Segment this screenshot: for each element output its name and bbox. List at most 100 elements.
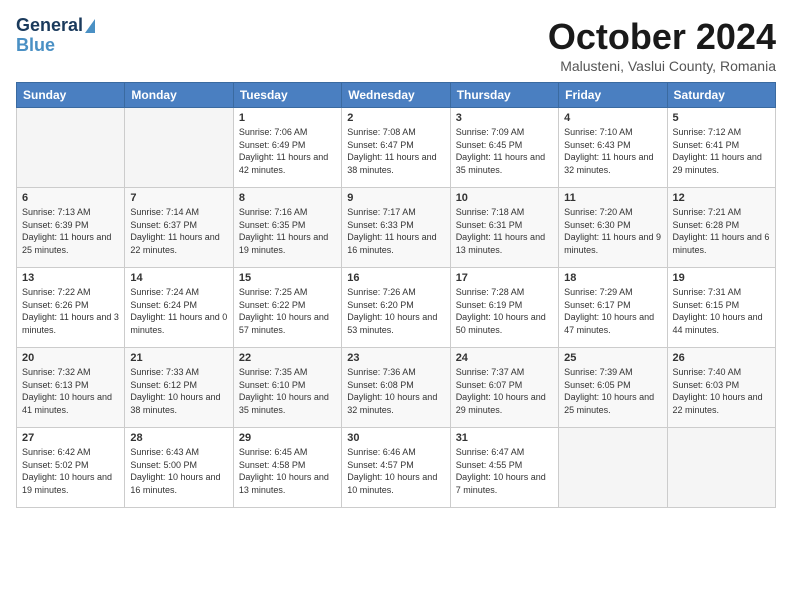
header-monday: Monday xyxy=(125,83,233,108)
month-title: October 2024 xyxy=(548,16,776,58)
day-number: 21 xyxy=(130,352,227,364)
header-sunday: Sunday xyxy=(17,83,125,108)
calendar-cell: 9Sunrise: 7:17 AMSunset: 6:33 PMDaylight… xyxy=(342,188,450,268)
day-info: Sunrise: 7:12 AMSunset: 6:41 PMDaylight:… xyxy=(673,126,770,176)
day-number: 8 xyxy=(239,192,336,204)
day-info: Sunrise: 7:08 AMSunset: 6:47 PMDaylight:… xyxy=(347,126,444,176)
day-info: Sunrise: 7:10 AMSunset: 6:43 PMDaylight:… xyxy=(564,126,661,176)
day-number: 6 xyxy=(22,192,119,204)
header-wednesday: Wednesday xyxy=(342,83,450,108)
day-number: 5 xyxy=(673,112,770,124)
calendar-cell: 29 Sunrise: 6:45 AMSunset: 4:58 PMDayligh… xyxy=(233,428,341,508)
calendar-cell xyxy=(125,108,233,188)
header-thursday: Thursday xyxy=(450,83,558,108)
day-number: 20 xyxy=(22,352,119,364)
day-info: Sunrise: 7:32 AMSunset: 6:13 PMDaylight:… xyxy=(22,366,119,416)
calendar-week-1: 1 Sunrise: 7:06 AMSunset: 6:49 PMDaylight… xyxy=(17,108,776,188)
day-number: 13 xyxy=(22,272,119,284)
day-info: Sunrise: 6:42 AMSunset: 5:02 PMDaylight:… xyxy=(22,446,119,496)
calendar-cell: 22Sunrise: 7:35 AMSunset: 6:10 PMDayligh… xyxy=(233,348,341,428)
header-tuesday: Tuesday xyxy=(233,83,341,108)
day-number: 9 xyxy=(347,192,444,204)
calendar-cell: 4 Sunrise: 7:10 AMSunset: 6:43 PMDaylight… xyxy=(559,108,667,188)
day-info: Sunrise: 7:20 AMSunset: 6:30 PMDaylight:… xyxy=(564,206,661,256)
day-info: Sunrise: 7:14 AMSunset: 6:37 PMDaylight:… xyxy=(130,206,227,256)
calendar-cell: 13 Sunrise: 7:22 AMSunset: 6:26 PMDayligh… xyxy=(17,268,125,348)
day-info: Sunrise: 7:39 AMSunset: 6:05 PMDaylight:… xyxy=(564,366,661,416)
day-number: 14 xyxy=(130,272,227,284)
calendar-cell: 31 Sunrise: 6:47 AMSunset: 4:55 PMDayligh… xyxy=(450,428,558,508)
day-info: Sunrise: 7:22 AMSunset: 6:26 PMDaylight:… xyxy=(22,286,119,336)
calendar-cell: 6 Sunrise: 7:13 AMSunset: 6:39 PMDaylight… xyxy=(17,188,125,268)
calendar-cell: 1 Sunrise: 7:06 AMSunset: 6:49 PMDaylight… xyxy=(233,108,341,188)
calendar-cell: 11Sunrise: 7:20 AMSunset: 6:30 PMDayligh… xyxy=(559,188,667,268)
day-number: 27 xyxy=(22,432,119,444)
day-info: Sunrise: 6:43 AMSunset: 5:00 PMDaylight:… xyxy=(130,446,227,496)
calendar-cell: 15Sunrise: 7:25 AMSunset: 6:22 PMDayligh… xyxy=(233,268,341,348)
day-info: Sunrise: 7:28 AMSunset: 6:19 PMDaylight:… xyxy=(456,286,553,336)
day-number: 29 xyxy=(239,432,336,444)
calendar-cell: 24 Sunrise: 7:37 AMSunset: 6:07 PMDayligh… xyxy=(450,348,558,428)
day-number: 12 xyxy=(673,192,770,204)
calendar-cell: 17 Sunrise: 7:28 AMSunset: 6:19 PMDayligh… xyxy=(450,268,558,348)
header-friday: Friday xyxy=(559,83,667,108)
calendar-cell: 8 Sunrise: 7:16 AMSunset: 6:35 PMDaylight… xyxy=(233,188,341,268)
day-info: Sunrise: 7:24 AMSunset: 6:24 PMDaylight:… xyxy=(130,286,227,336)
day-info: Sunrise: 7:06 AMSunset: 6:49 PMDaylight:… xyxy=(239,126,336,176)
day-info: Sunrise: 6:45 AMSunset: 4:58 PMDaylight:… xyxy=(239,446,336,496)
day-number: 16 xyxy=(347,272,444,284)
day-number: 30 xyxy=(347,432,444,444)
calendar-week-4: 20 Sunrise: 7:32 AMSunset: 6:13 PMDayligh… xyxy=(17,348,776,428)
calendar-cell xyxy=(667,428,775,508)
day-number: 31 xyxy=(456,432,553,444)
day-number: 1 xyxy=(239,112,336,124)
title-section: October 2024 Malusteni, Vaslui County, R… xyxy=(548,16,776,74)
calendar-cell: 18Sunrise: 7:29 AMSunset: 6:17 PMDayligh… xyxy=(559,268,667,348)
calendar-cell: 20 Sunrise: 7:32 AMSunset: 6:13 PMDayligh… xyxy=(17,348,125,428)
calendar-cell xyxy=(17,108,125,188)
calendar-cell: 7Sunrise: 7:14 AMSunset: 6:37 PMDaylight… xyxy=(125,188,233,268)
logo: General Blue xyxy=(16,16,95,56)
day-info: Sunrise: 7:16 AMSunset: 6:35 PMDaylight:… xyxy=(239,206,336,256)
calendar-cell: 3 Sunrise: 7:09 AMSunset: 6:45 PMDaylight… xyxy=(450,108,558,188)
page-header: General Blue October 2024 Malusteni, Vas… xyxy=(16,16,776,74)
calendar-cell: 5 Sunrise: 7:12 AMSunset: 6:41 PMDaylight… xyxy=(667,108,775,188)
calendar-cell: 10Sunrise: 7:18 AMSunset: 6:31 PMDayligh… xyxy=(450,188,558,268)
day-number: 28 xyxy=(130,432,227,444)
header-saturday: Saturday xyxy=(667,83,775,108)
calendar-table: SundayMondayTuesdayWednesdayThursdayFrid… xyxy=(16,82,776,508)
day-number: 23 xyxy=(347,352,444,364)
day-info: Sunrise: 7:31 AMSunset: 6:15 PMDaylight:… xyxy=(673,286,770,336)
logo-text-blue: Blue xyxy=(16,36,55,56)
day-number: 24 xyxy=(456,352,553,364)
calendar-cell: 30 Sunrise: 6:46 AMSunset: 4:57 PMDayligh… xyxy=(342,428,450,508)
day-info: Sunrise: 7:36 AMSunset: 6:08 PMDaylight:… xyxy=(347,366,444,416)
day-info: Sunrise: 7:33 AMSunset: 6:12 PMDaylight:… xyxy=(130,366,227,416)
day-info: Sunrise: 7:13 AMSunset: 6:39 PMDaylight:… xyxy=(22,206,119,256)
day-info: Sunrise: 7:37 AMSunset: 6:07 PMDaylight:… xyxy=(456,366,553,416)
calendar-cell: 14 Sunrise: 7:24 AMSunset: 6:24 PMDayligh… xyxy=(125,268,233,348)
day-number: 26 xyxy=(673,352,770,364)
day-number: 17 xyxy=(456,272,553,284)
day-info: Sunrise: 6:47 AMSunset: 4:55 PMDaylight:… xyxy=(456,446,553,496)
logo-triangle-icon xyxy=(85,19,95,33)
calendar-cell: 27 Sunrise: 6:42 AMSunset: 5:02 PMDayligh… xyxy=(17,428,125,508)
day-number: 3 xyxy=(456,112,553,124)
calendar-week-5: 27 Sunrise: 6:42 AMSunset: 5:02 PMDayligh… xyxy=(17,428,776,508)
day-number: 22 xyxy=(239,352,336,364)
day-info: Sunrise: 7:40 AMSunset: 6:03 PMDaylight:… xyxy=(673,366,770,416)
logo-text-general: General xyxy=(16,16,83,36)
day-info: Sunrise: 7:29 AMSunset: 6:17 PMDaylight:… xyxy=(564,286,661,336)
day-number: 15 xyxy=(239,272,336,284)
calendar-week-3: 13 Sunrise: 7:22 AMSunset: 6:26 PMDayligh… xyxy=(17,268,776,348)
day-info: Sunrise: 7:18 AMSunset: 6:31 PMDaylight:… xyxy=(456,206,553,256)
calendar-cell: 16Sunrise: 7:26 AMSunset: 6:20 PMDayligh… xyxy=(342,268,450,348)
day-number: 2 xyxy=(347,112,444,124)
calendar-cell: 26 Sunrise: 7:40 AMSunset: 6:03 PMDayligh… xyxy=(667,348,775,428)
calendar-cell xyxy=(559,428,667,508)
day-number: 4 xyxy=(564,112,661,124)
day-info: Sunrise: 7:09 AMSunset: 6:45 PMDaylight:… xyxy=(456,126,553,176)
day-info: Sunrise: 6:46 AMSunset: 4:57 PMDaylight:… xyxy=(347,446,444,496)
calendar-header-row: SundayMondayTuesdayWednesdayThursdayFrid… xyxy=(17,83,776,108)
day-number: 25 xyxy=(564,352,661,364)
